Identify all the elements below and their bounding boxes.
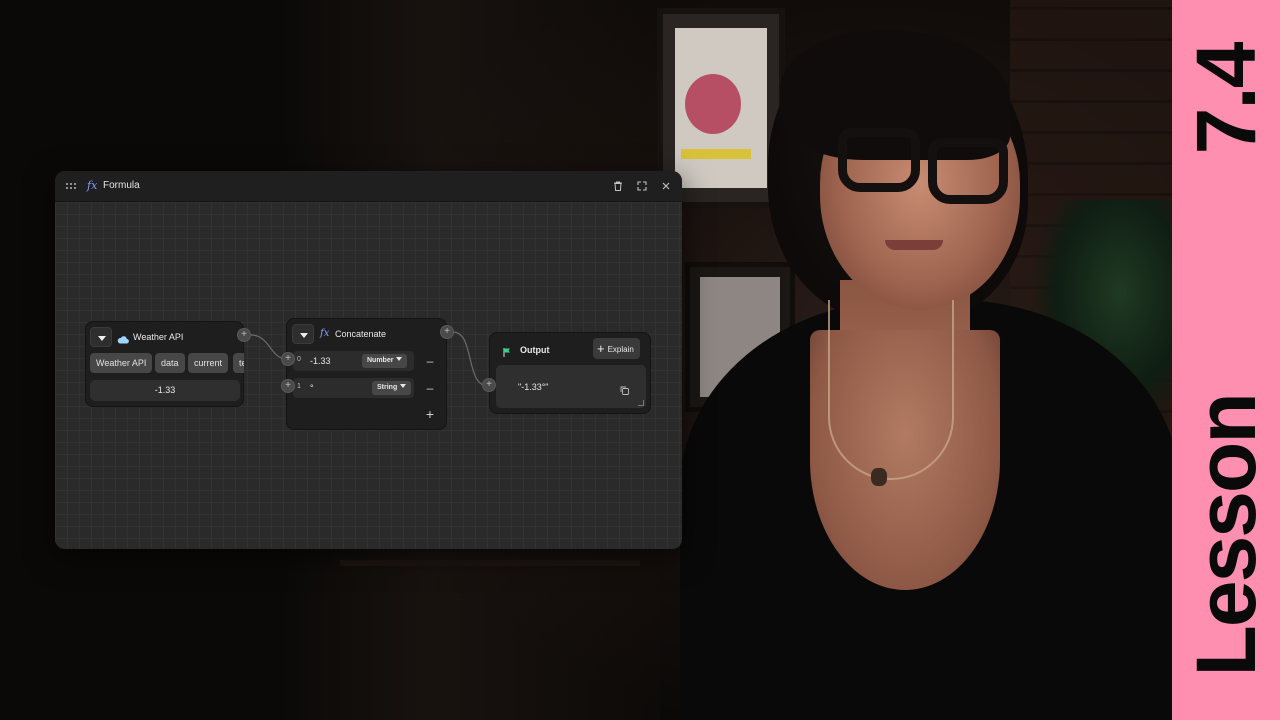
resize-handle-icon[interactable] (638, 400, 644, 406)
collapse-toggle-button[interactable] (90, 327, 112, 347)
function-icon: fx (320, 328, 330, 339)
path-chips: Weather API data current te (90, 353, 244, 375)
type-select[interactable]: Number (362, 354, 408, 368)
plus-icon: + (597, 341, 605, 356)
output-node[interactable]: Output + Explain "-1.33°" (489, 332, 651, 414)
collapse-toggle-button[interactable] (292, 324, 314, 344)
flag-icon (502, 345, 512, 363)
presenter (620, 0, 1172, 720)
window-header: fx Formula (55, 171, 682, 202)
row-value[interactable]: -1.33 (310, 356, 331, 366)
remove-row-button[interactable]: – (425, 355, 435, 367)
explain-label: Explain (607, 345, 634, 354)
add-row-button[interactable]: + (425, 407, 435, 421)
weather-api-node[interactable]: Weather API Weather API data current te … (85, 321, 244, 407)
trash-icon[interactable] (612, 180, 624, 192)
concatenate-node[interactable]: fx Concatenate 0 -1.33 Number – 1 ° Stri… (286, 318, 447, 430)
input-port[interactable]: + (281, 379, 295, 393)
copy-icon[interactable] (620, 382, 629, 400)
cloud-icon (117, 331, 129, 349)
row-index: 1 (297, 383, 301, 390)
lesson-label: Lesson 7.4 (1179, 44, 1273, 677)
remove-row-button[interactable]: – (425, 382, 435, 394)
explain-button[interactable]: + Explain (593, 338, 640, 359)
close-icon[interactable] (660, 180, 672, 192)
lesson-number: 7.4 (1179, 43, 1273, 155)
necklace (828, 300, 954, 480)
input-port[interactable]: + (281, 352, 295, 366)
shelf-board (340, 560, 640, 566)
weather-value: -1.33 (90, 380, 240, 401)
node-title: Weather API (133, 332, 184, 342)
row-value[interactable]: ° (310, 383, 314, 393)
output-value-box[interactable]: "-1.33°" (496, 365, 646, 408)
path-chip[interactable]: Weather API (90, 353, 153, 373)
output-port[interactable]: + (440, 325, 454, 339)
glasses (838, 128, 920, 192)
output-port[interactable]: + (237, 328, 251, 342)
formula-canvas[interactable]: Weather API Weather API data current te … (55, 202, 682, 549)
concat-row[interactable]: 1 ° String (293, 378, 414, 398)
window-title: Formula (103, 180, 140, 191)
function-icon: fx (87, 179, 98, 192)
row-index: 0 (297, 356, 301, 363)
path-chip[interactable]: current (188, 353, 229, 373)
lesson-word: Lesson (1179, 394, 1273, 677)
lesson-banner: Lesson 7.4 (1172, 0, 1280, 720)
concat-row[interactable]: 0 -1.33 Number (293, 351, 414, 371)
expand-icon[interactable] (636, 180, 648, 192)
output-value: "-1.33°" (518, 382, 549, 392)
node-title: Output (520, 345, 550, 355)
path-chip[interactable]: data (155, 353, 185, 373)
type-select[interactable]: String (372, 381, 412, 395)
formula-window: fx Formula Weather API Weather API data (55, 171, 682, 549)
node-title: Concatenate (335, 329, 387, 339)
drag-handle-icon[interactable] (66, 181, 76, 191)
path-chip[interactable]: te (233, 353, 244, 373)
input-port[interactable]: + (482, 378, 496, 392)
